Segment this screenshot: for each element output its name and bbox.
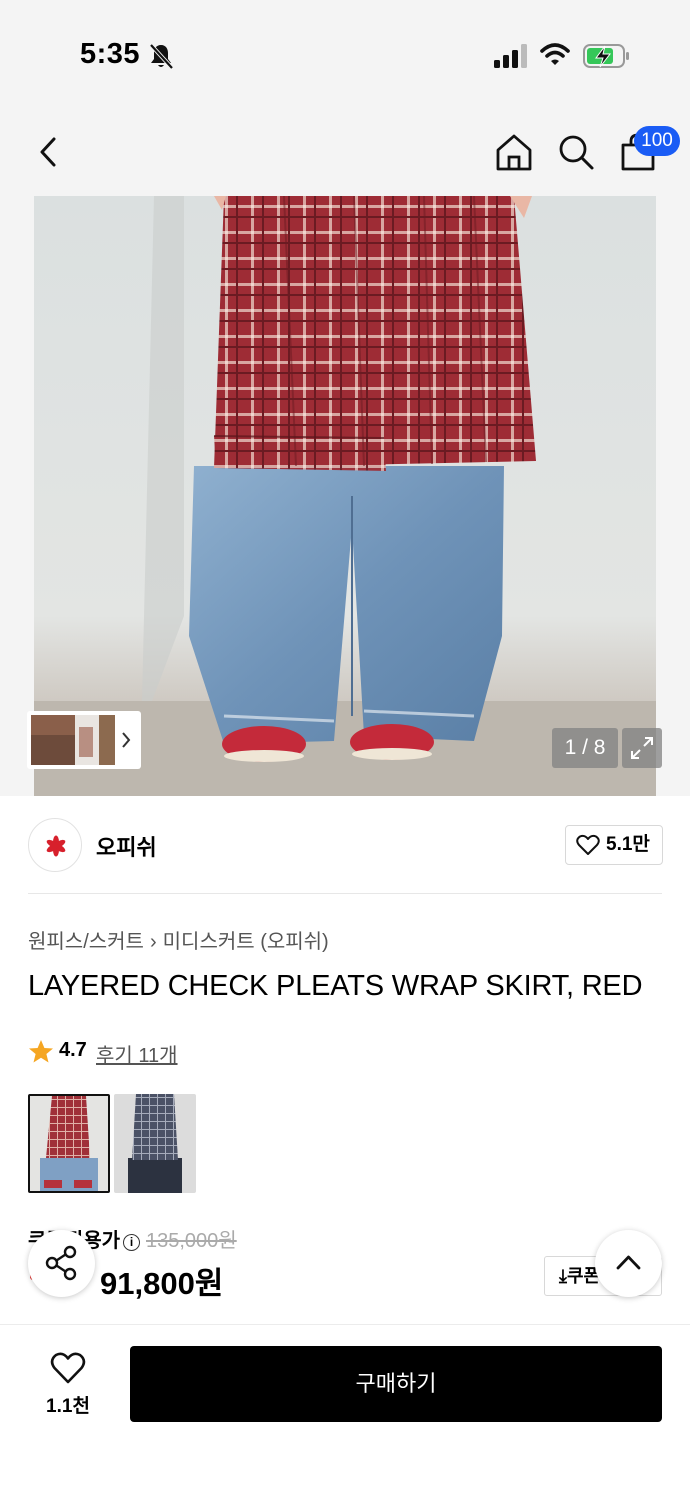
brand-like-button[interactable]: 5.1만 — [565, 825, 663, 865]
fullscreen-expand-button[interactable] — [622, 728, 662, 768]
brand-logo[interactable] — [28, 818, 82, 872]
chevron-right-icon: › — [149, 931, 157, 953]
brand-row[interactable]: 오피쉬 5.1만 — [0, 796, 690, 894]
color-option-navy[interactable] — [114, 1094, 196, 1193]
info-icon[interactable]: i — [123, 1234, 140, 1251]
share-button[interactable] — [28, 1230, 95, 1297]
back-arrow-icon[interactable] — [34, 134, 64, 170]
thumbnail-preview-images — [31, 715, 131, 765]
breadcrumb: 원피스/스커트 › 미디스커트 (오피쉬) — [28, 925, 329, 954]
sale-price: 91,800원 — [100, 1266, 224, 1301]
rating-score: 4.7 — [59, 1039, 87, 1061]
bell-muted-icon — [149, 43, 174, 70]
color-option-red-image — [30, 1096, 108, 1191]
product-photo[interactable] — [34, 196, 656, 796]
status-bar: 5:35 — [0, 0, 690, 110]
review-count-link[interactable]: 후기 11개 — [96, 1039, 178, 1068]
divider — [28, 893, 662, 894]
cart-count-badge: 100 — [634, 126, 680, 156]
expand-icon — [631, 737, 653, 759]
chevron-up-icon — [616, 1255, 641, 1270]
wishlist-button[interactable]: 1.1천 — [28, 1347, 108, 1423]
search-icon[interactable] — [556, 132, 596, 172]
wifi-icon — [540, 43, 570, 65]
gallery-thumbnail-strip[interactable] — [27, 711, 141, 769]
download-icon: ⤓ — [559, 1266, 567, 1286]
wishlist-count: 1.1천 — [46, 1396, 90, 1417]
star-icon — [29, 1040, 53, 1063]
battery-charging-icon — [583, 44, 629, 68]
product-title: LAYERED CHECK PLEATS WRAP SKIRT, RED — [28, 970, 643, 1002]
product-photo-illustration — [34, 196, 656, 796]
status-time: 5:35 — [80, 38, 141, 70]
gallery-counter: 1 / 8 — [552, 728, 618, 768]
color-options — [28, 1094, 208, 1194]
breadcrumb-category[interactable]: 원피스/스커트 — [28, 931, 144, 953]
color-option-navy-image — [114, 1094, 196, 1193]
home-icon[interactable] — [494, 132, 534, 172]
chevron-right-icon — [122, 732, 131, 748]
buy-button[interactable]: 구매하기 — [130, 1346, 662, 1422]
brand-logo-mark — [46, 835, 66, 857]
heart-outline-icon — [50, 1352, 86, 1384]
share-icon — [45, 1245, 77, 1281]
heart-outline-icon — [576, 834, 600, 855]
breadcrumb-subcategory[interactable]: 미디스커트 (오피쉬) — [163, 931, 329, 953]
brand-like-count: 5.1만 — [606, 834, 650, 855]
cellular-signal-icon — [494, 44, 527, 68]
bottom-action-bar: 1.1천 구매하기 — [0, 1324, 690, 1500]
top-nav — [0, 110, 690, 196]
brand-name[interactable]: 오피쉬 — [96, 830, 157, 862]
scroll-to-top-button[interactable] — [595, 1230, 662, 1297]
original-price: 135,000원 — [146, 1230, 237, 1252]
product-gallery[interactable]: 1 / 8 — [0, 196, 690, 796]
color-option-red[interactable] — [28, 1094, 110, 1193]
